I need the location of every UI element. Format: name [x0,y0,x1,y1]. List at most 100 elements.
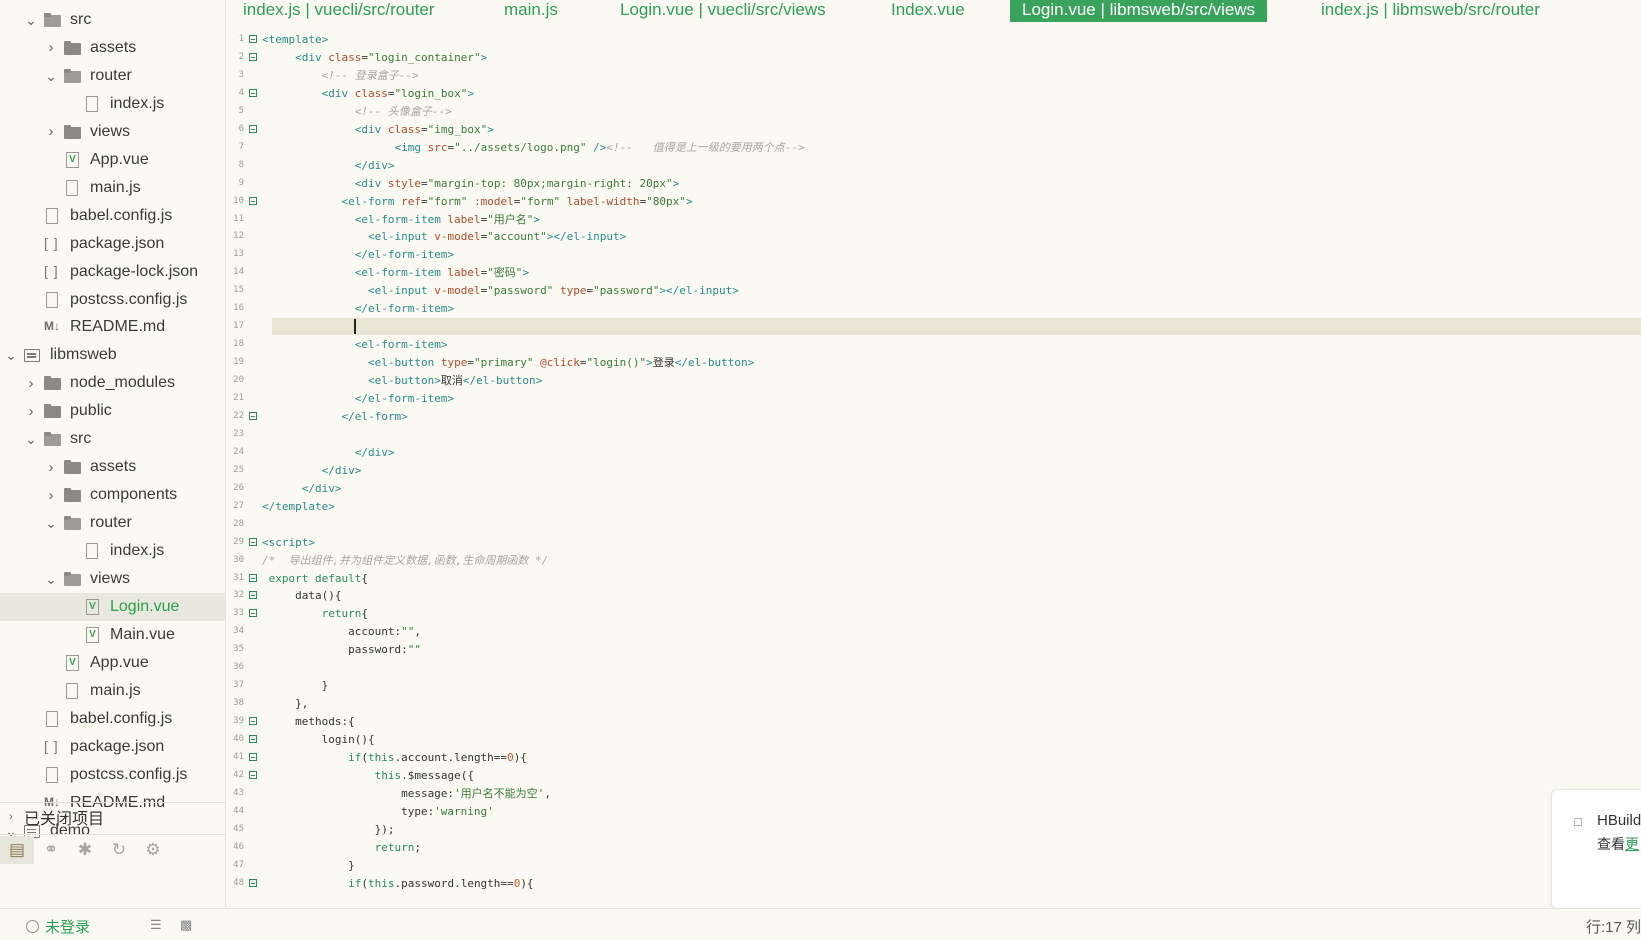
code-line[interactable]: 34 account:"", [226,623,1641,640]
tree-item[interactable]: Main.vue [0,621,225,649]
fold-toggle-icon[interactable] [249,878,257,887]
code-line[interactable]: 42 this.$message({ [226,767,1641,784]
tree-item[interactable]: main.js [0,677,225,705]
code-line[interactable]: 44 type:'warning' [226,803,1641,820]
tree-item[interactable]: package.json [0,230,225,258]
update-notification[interactable]: □ HBuild 查看更 [1551,789,1641,909]
code-line[interactable]: 35 password:"" [226,641,1641,658]
fold-toggle-icon[interactable] [249,717,257,726]
code-line[interactable]: 13 </el-form-item> [226,246,1641,263]
code-line[interactable]: 4 <div class="login_box"> [226,85,1641,102]
code-line[interactable]: 36 [226,659,1641,676]
tree-item[interactable]: index.js [0,90,225,118]
tree-item[interactable]: ⌄ router [0,62,225,90]
fold-toggle-icon[interactable] [249,573,257,582]
fold-toggle-icon[interactable] [249,124,257,133]
fold-toggle-icon[interactable] [249,735,257,744]
closed-projects-row[interactable]: › 已关闭项目 [0,802,225,831]
code-line[interactable]: 40 login(){ [226,731,1641,748]
code-line[interactable]: 19 <el-button type="primary" @click="log… [226,354,1641,371]
code-line[interactable]: 1 <template> [226,31,1641,48]
fold-toggle-icon[interactable] [249,770,257,779]
code-line[interactable]: 29 <script> [226,534,1641,551]
code-line[interactable]: 46 return; [226,839,1641,856]
code-line[interactable]: 7 <img src="../assets/logo.png" /><!-- 值… [226,139,1641,156]
code-line[interactable]: 43 message:'用户名不能为空', [226,785,1641,802]
tree-item[interactable]: Login.vue [0,592,225,621]
tree-item[interactable]: › node_modules [0,369,225,397]
code-line[interactable]: 17 [226,318,1641,336]
code-line[interactable]: 24 </div> [226,444,1641,461]
code-line[interactable]: 21 </el-form-item> [226,390,1641,407]
outline-icon[interactable]: ☰ [150,917,162,933]
fold-toggle-icon[interactable] [249,196,257,205]
editor-tab[interactable]: Login.vue | vuecli/src/views [608,0,838,22]
code-line[interactable]: 15 <el-input v-model="password" type="pa… [226,282,1641,299]
code-line[interactable]: 32 data(){ [226,587,1641,604]
fold-toggle-icon[interactable] [249,35,257,43]
code-line[interactable]: 26 </div> [226,480,1641,497]
code-line[interactable]: 25 </div> [226,462,1641,479]
tree-item[interactable]: main.js [0,174,225,202]
tree-item[interactable]: › public [0,397,225,425]
editor-tab[interactable]: index.js | libmsweb/src/router [1309,0,1552,22]
code-line[interactable]: 28 [226,516,1641,533]
code-line[interactable]: 11 <el-form-item label="用户名"> [226,211,1641,228]
code-line[interactable]: 6 <div class="img_box"> [226,121,1641,138]
code-line[interactable]: 10 <el-form ref="form" :model="form" lab… [226,193,1641,210]
tree-item[interactable]: ⌄ views [0,565,225,593]
tree-item[interactable]: › components [0,481,225,509]
tree-item[interactable]: postcss.config.js [0,286,225,314]
code-line[interactable]: 2 <div class="login_container"> [226,49,1641,66]
notification-link[interactable]: 更 [1625,836,1639,852]
tree-item[interactable]: package.json [0,733,225,761]
git-icon[interactable]: ↻ [102,836,136,864]
code-line[interactable]: 9 <div style="margin-top: 80px;margin-ri… [226,175,1641,192]
search-binoculars-icon[interactable]: ⚭ [34,836,68,864]
code-editor[interactable]: 1 <template> 2 <div class="login_container… [226,22,1641,908]
code-line[interactable]: 20 <el-button>取消</el-button> [226,372,1641,389]
code-line[interactable]: 37 } [226,677,1641,694]
fold-toggle-icon[interactable] [249,88,257,97]
fold-toggle-icon[interactable] [249,411,257,420]
editor-tab[interactable]: index.js | vuecli/src/router [231,0,446,22]
code-line[interactable]: 41 if(this.account.length==0){ [226,749,1641,766]
code-line[interactable]: 30 /* 导出组件,并为组件定义数据,函数,生命周期函数 */ [226,552,1641,569]
code-line[interactable]: 3 <!-- 登录盒子--> [226,67,1641,84]
editor-tab[interactable]: Index.vue [879,0,977,22]
fold-toggle-icon[interactable] [249,591,257,600]
code-line[interactable]: 16 </el-form-item> [226,300,1641,317]
fold-toggle-icon[interactable] [249,537,257,546]
code-line[interactable]: 39 methods:{ [226,713,1641,730]
tree-item[interactable]: ⌄ src [0,6,225,34]
code-line[interactable]: 14 <el-form-item label="密码"> [226,264,1641,281]
tree-item[interactable]: › assets [0,34,225,62]
tree-item[interactable]: index.js [0,537,225,565]
code-line[interactable]: 27 </template> [226,498,1641,515]
code-line[interactable]: 18 <el-form-item> [226,336,1641,353]
login-status[interactable]: 未登录 [26,916,90,937]
editor-tab[interactable]: main.js [492,0,570,22]
code-line[interactable]: 38 }, [226,695,1641,712]
tree-item[interactable]: ⌄ router [0,509,225,537]
tree-item[interactable]: babel.config.js [0,705,225,733]
tree-item[interactable]: postcss.config.js [0,761,225,789]
tree-item[interactable]: App.vue [0,649,225,677]
code-line[interactable]: 8 </div> [226,157,1641,174]
tree-item[interactable]: package-lock.json [0,258,225,286]
code-line[interactable]: 48 if(this.password.length==0){ [226,875,1641,892]
tree-item[interactable]: ⌄ src [0,425,225,453]
code-line[interactable]: 33 return{ [226,605,1641,622]
code-line[interactable]: 23 [226,426,1641,443]
tree-item[interactable]: › assets [0,453,225,481]
tree-item[interactable]: ⌄ libmsweb [0,341,221,369]
fold-toggle-icon[interactable] [249,753,257,761]
editor-tab[interactable]: Login.vue | libmsweb/src/views [1010,0,1268,22]
code-line[interactable]: 47 } [226,857,1641,874]
code-line[interactable]: 12 <el-input v-model="account"></el-inpu… [226,228,1641,245]
code-line[interactable]: 31 export default{ [226,570,1641,587]
tree-item[interactable]: README.md [0,313,225,341]
tree-item[interactable]: babel.config.js [0,202,225,230]
fold-toggle-icon[interactable] [249,52,257,61]
fold-toggle-icon[interactable] [249,609,257,618]
